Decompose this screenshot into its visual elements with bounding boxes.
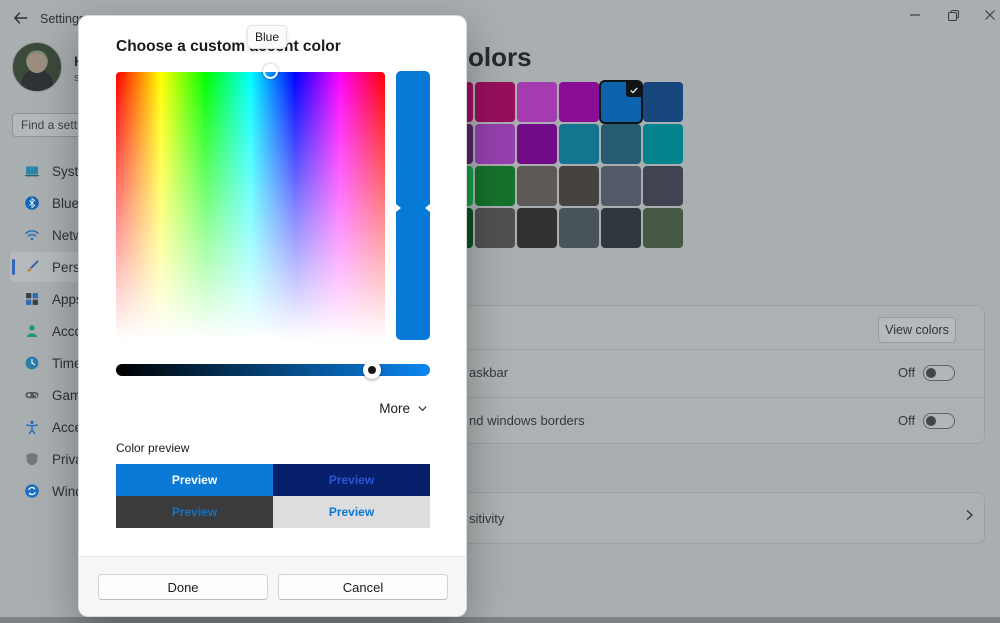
color-preview-label: Color preview	[116, 441, 189, 455]
accent-swatch[interactable]	[601, 208, 641, 248]
related-setting-card[interactable]: sitivity	[440, 492, 985, 544]
accent-swatch[interactable]	[517, 166, 557, 206]
color-picker-ring[interactable]	[263, 64, 278, 79]
accent-borders-label-fragment: nd windows borders	[469, 413, 585, 428]
cancel-button[interactable]: Cancel	[278, 574, 448, 600]
divider	[441, 397, 984, 398]
view-colors-button[interactable]: View colors	[878, 317, 956, 343]
sidebar-item-network[interactable]: Netwo	[10, 220, 88, 250]
thumb-dot	[368, 366, 376, 374]
sidebar-item-time-language[interactable]: Time	[10, 348, 88, 378]
done-button[interactable]: Done	[98, 574, 268, 600]
color-preview-cell[interactable]: Preview	[116, 496, 273, 528]
sidebar-item-accounts[interactable]: Accou	[10, 316, 88, 346]
chevron-down-icon	[417, 403, 428, 414]
color-preview-cell[interactable]: Preview	[116, 464, 273, 496]
chevron-right-icon	[961, 507, 977, 523]
toggle-knob	[926, 368, 936, 378]
brightness-slider-track[interactable]	[116, 364, 430, 376]
accent-swatch[interactable]	[601, 82, 641, 122]
accent-swatch[interactable]	[643, 208, 683, 248]
related-setting-label-fragment: sitivity	[469, 511, 504, 526]
accent-borders-toggle[interactable]	[923, 413, 955, 429]
slider-notch	[396, 204, 401, 212]
accent-swatch[interactable]	[475, 166, 515, 206]
accent-swatch[interactable]	[475, 208, 515, 248]
accent-swatch[interactable]	[643, 124, 683, 164]
more-button[interactable]: More	[379, 401, 428, 416]
accent-swatch[interactable]	[475, 124, 515, 164]
color-preview-grid: Preview Preview Preview Preview	[116, 464, 430, 528]
wifi-icon	[24, 227, 40, 243]
accent-swatch[interactable]	[559, 208, 599, 248]
brightness-slider-thumb[interactable]	[363, 361, 381, 379]
accent-swatch[interactable]	[643, 166, 683, 206]
bluetooth-icon	[24, 195, 40, 211]
personalization-icon	[24, 259, 40, 275]
sidebar-item-privacy[interactable]: Privac	[10, 444, 88, 474]
accent-swatch[interactable]	[517, 208, 557, 248]
accent-swatch[interactable]	[559, 124, 599, 164]
color-name-tooltip: Blue	[247, 25, 287, 49]
dialog-footer: Done Cancel	[79, 556, 466, 616]
back-button[interactable]	[12, 9, 32, 29]
accent-swatch[interactable]	[643, 82, 683, 122]
update-icon	[24, 483, 40, 499]
avatar[interactable]	[12, 42, 62, 92]
toggle-knob	[926, 416, 936, 426]
sidebar-item-apps[interactable]: Apps	[10, 284, 88, 314]
system-icon	[24, 163, 40, 179]
accent-swatch[interactable]	[517, 124, 557, 164]
accent-swatch[interactable]	[601, 166, 641, 206]
accent-color-card: View colors askbar Off nd windows border…	[440, 305, 985, 444]
borders-toggle-state: Off	[898, 413, 915, 428]
shield-icon	[24, 451, 40, 467]
minimize-button[interactable]	[900, 4, 930, 26]
accent-swatch[interactable]	[475, 82, 515, 122]
value-slider[interactable]	[396, 71, 430, 340]
sidebar-item-accessibility[interactable]: Acces	[10, 412, 88, 442]
accent-taskbar-toggle[interactable]	[923, 365, 955, 381]
accent-swatch[interactable]	[559, 166, 599, 206]
dialog-title: Choose a custom accent color	[116, 38, 341, 56]
gamepad-icon	[24, 387, 40, 403]
clock-icon	[24, 355, 40, 371]
apps-icon	[24, 291, 40, 307]
more-label: More	[379, 401, 410, 416]
color-preview-cell[interactable]: Preview	[273, 464, 430, 496]
slider-notch	[425, 204, 430, 212]
color-preview-cell[interactable]: Preview	[273, 496, 430, 528]
close-button[interactable]	[975, 4, 1000, 26]
accent-swatch[interactable]	[517, 82, 557, 122]
sidebar-item-bluetooth[interactable]: Blueto	[10, 188, 88, 218]
sidebar-item-windows-update[interactable]: Windo	[10, 476, 88, 506]
custom-accent-color-dialog: Choose a custom accent color Blue More C…	[78, 15, 467, 617]
accent-swatch-grid	[433, 82, 683, 248]
divider	[441, 349, 984, 350]
sidebar-item-personalization[interactable]: Perso	[10, 252, 88, 282]
taskbar-toggle-state: Off	[898, 365, 915, 380]
sidebar-item-system[interactable]: System	[10, 156, 88, 186]
desktop: Settings K sv System Blueto Netwo Perso …	[0, 0, 1000, 623]
restore-button[interactable]	[938, 4, 968, 26]
accent-swatch[interactable]	[601, 124, 641, 164]
search-input[interactable]	[12, 113, 87, 137]
window-bottom-edge	[0, 617, 1000, 623]
accent-swatch[interactable]	[559, 82, 599, 122]
selected-indicator	[12, 259, 15, 275]
page-title-fragment: olors	[468, 42, 532, 73]
saturation-hue-field[interactable]	[116, 72, 385, 340]
selected-check-icon	[626, 82, 641, 97]
accessibility-icon	[24, 419, 40, 435]
sidebar-item-gaming[interactable]: Gamin	[10, 380, 88, 410]
accent-taskbar-label-fragment: askbar	[469, 365, 508, 380]
accounts-icon	[24, 323, 40, 339]
